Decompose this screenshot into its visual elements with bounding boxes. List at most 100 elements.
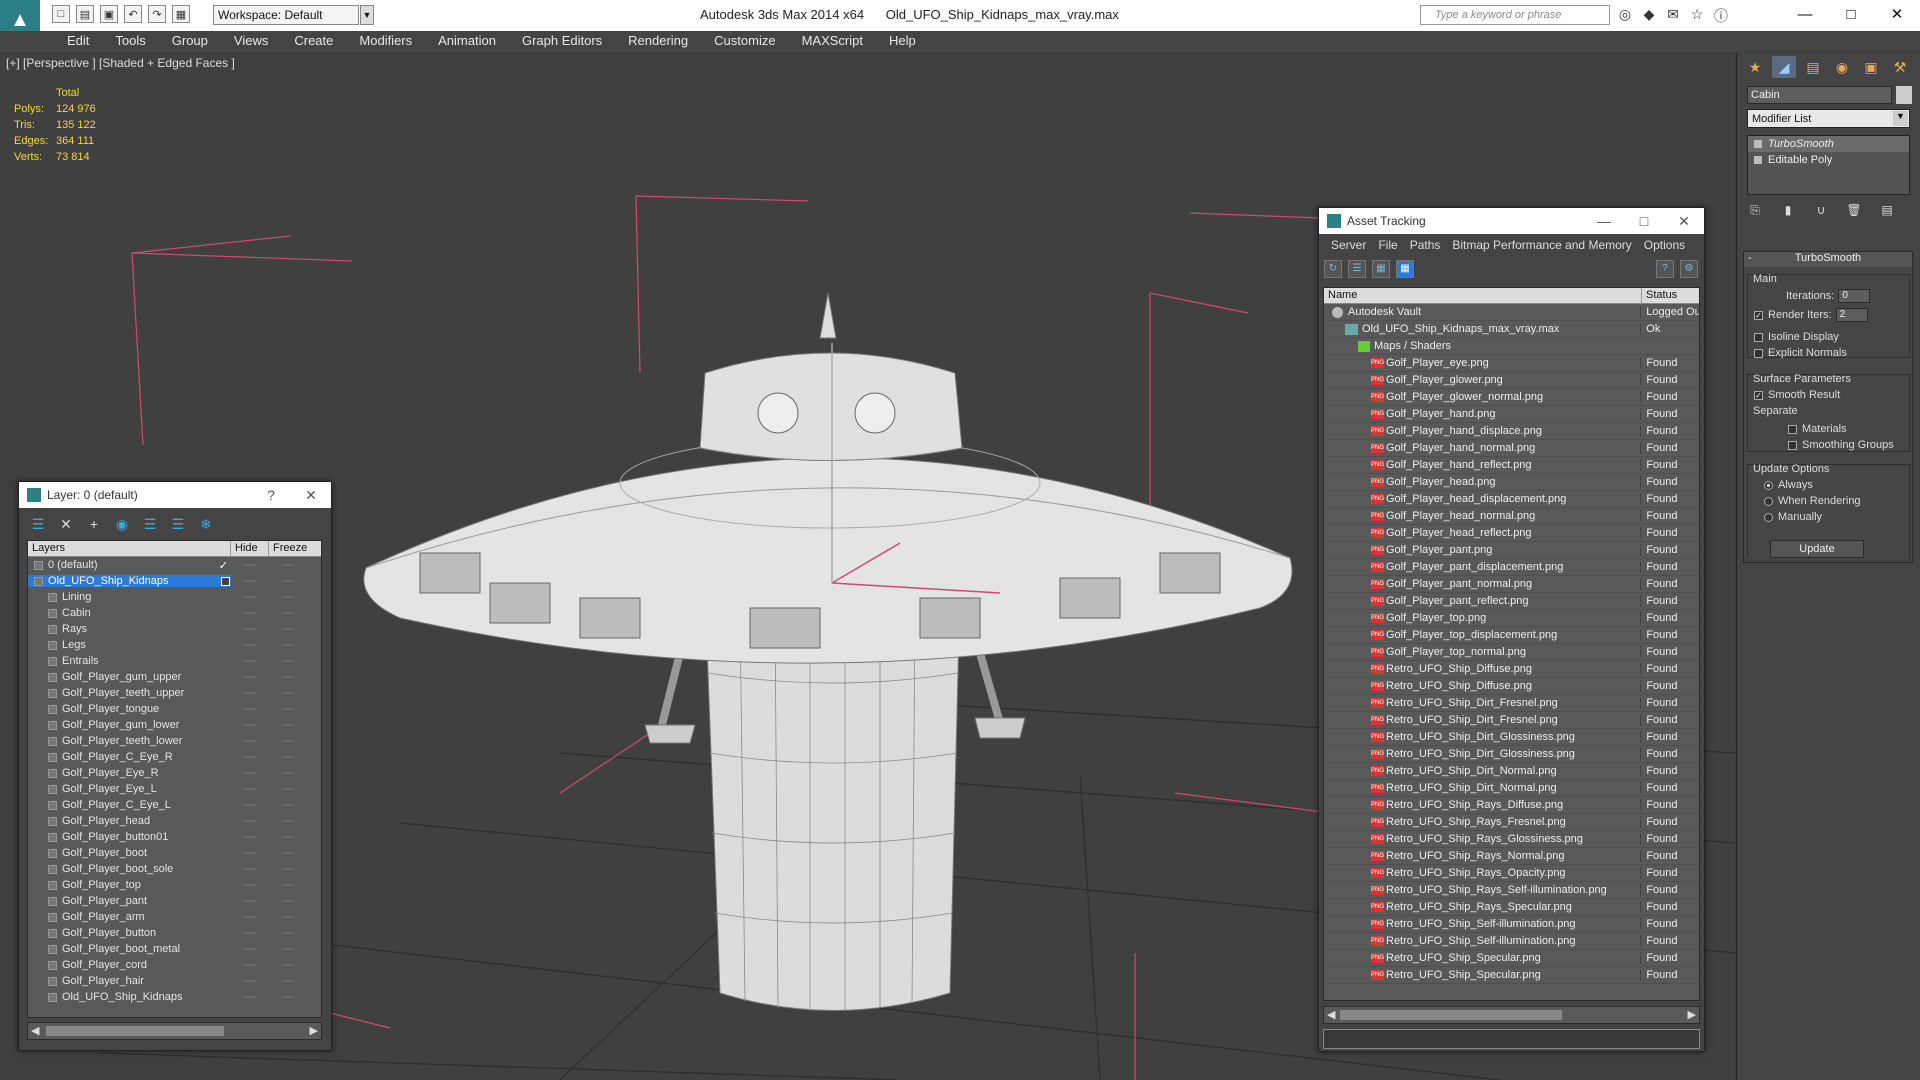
hide-toggle[interactable]: — bbox=[231, 575, 269, 587]
freeze-toggle[interactable]: — bbox=[269, 559, 307, 571]
layer-row[interactable]: Golf_Player_head — — bbox=[28, 813, 321, 829]
layer-row[interactable]: Golf_Player_C_Eye_L — — bbox=[28, 797, 321, 813]
layer-name-cell[interactable]: Legs bbox=[28, 639, 231, 651]
hide-toggle[interactable]: — bbox=[231, 655, 269, 667]
menu-edit[interactable]: Edit bbox=[54, 31, 102, 52]
asset-row[interactable]: PNG Golf_Player_head_normal.png Found bbox=[1324, 508, 1699, 525]
asset-row[interactable]: PNG Golf_Player_eye.png Found bbox=[1324, 355, 1699, 372]
asset-name-cell[interactable]: Autodesk Vault bbox=[1324, 306, 1640, 318]
asset-name-cell[interactable]: PNG Golf_Player_glower.png bbox=[1324, 374, 1640, 386]
asset-name-cell[interactable]: PNG Golf_Player_head.png bbox=[1324, 476, 1640, 488]
asset-name-cell[interactable]: PNG Golf_Player_pant_reflect.png bbox=[1324, 595, 1640, 607]
asset-row[interactable]: PNG Retro_UFO_Ship_Rays_Specular.png Found bbox=[1324, 899, 1699, 916]
asset-row[interactable]: PNG Golf_Player_top_displacement.png Found bbox=[1324, 627, 1699, 644]
layer-name-cell[interactable]: Golf_Player_button bbox=[28, 927, 231, 939]
menu-animation[interactable]: Animation bbox=[425, 31, 509, 52]
asset-name-cell[interactable]: PNG Golf_Player_hand_normal.png bbox=[1324, 442, 1640, 454]
hide-toggle[interactable]: — bbox=[231, 687, 269, 699]
hide-toggle[interactable]: — bbox=[231, 591, 269, 603]
motion-tab-icon[interactable]: ◉ bbox=[1830, 56, 1854, 78]
menu-maxscript[interactable]: MAXScript bbox=[789, 31, 876, 52]
freeze-toggle[interactable]: — bbox=[269, 879, 307, 891]
asset-name-cell[interactable]: Maps / Shaders bbox=[1324, 340, 1640, 352]
asset-name-cell[interactable]: PNG Retro_UFO_Ship_Dirt_Glossiness.png bbox=[1324, 731, 1640, 743]
hide-toggle[interactable]: — bbox=[231, 911, 269, 923]
new-layer-icon[interactable]: ☰ bbox=[29, 516, 47, 532]
help-icon[interactable]: ⓘ bbox=[1712, 6, 1730, 24]
hide-all-icon[interactable]: ☰ bbox=[169, 516, 187, 532]
scroll-left-icon[interactable]: ◀ bbox=[1327, 1008, 1335, 1021]
save-icon[interactable]: ▣ bbox=[100, 5, 118, 23]
asset-row[interactable]: PNG Retro_UFO_Ship_Self-illumination.png F… bbox=[1324, 916, 1699, 933]
chevron-down-icon[interactable]: ▼ bbox=[360, 5, 374, 25]
asset-name-cell[interactable]: PNG Retro_UFO_Ship_Specular.png bbox=[1324, 969, 1640, 981]
collapse-icon[interactable]: - bbox=[1748, 252, 1752, 264]
asset-row[interactable]: PNG Golf_Player_top_normal.png Found bbox=[1324, 644, 1699, 661]
freeze-toggle[interactable]: — bbox=[269, 799, 307, 811]
layer-name-cell[interactable]: Golf_Player_arm bbox=[28, 911, 231, 923]
freeze-toggle[interactable]: — bbox=[269, 671, 307, 683]
layer-name-cell[interactable]: Old_UFO_Ship_Kidnaps bbox=[28, 575, 231, 587]
layer-name-cell[interactable]: Golf_Player_hair bbox=[28, 975, 231, 987]
hide-toggle[interactable]: — bbox=[231, 639, 269, 651]
asset-name-cell[interactable]: PNG Retro_UFO_Ship_Dirt_Fresnel.png bbox=[1324, 697, 1640, 709]
minimize-icon[interactable]: — bbox=[1584, 208, 1624, 234]
asset-menu-file[interactable]: File bbox=[1372, 238, 1403, 252]
asset-row[interactable]: PNG Golf_Player_hand_normal.png Found bbox=[1324, 440, 1699, 457]
iterations-spinner[interactable]: 0 bbox=[1838, 289, 1871, 303]
help-button[interactable]: ? bbox=[251, 482, 291, 508]
update-button[interactable]: Update bbox=[1770, 540, 1864, 558]
asset-row[interactable]: PNG Golf_Player_hand_displace.png Found bbox=[1324, 423, 1699, 440]
asset-row[interactable]: PNG Golf_Player_pant.png Found bbox=[1324, 542, 1699, 559]
layer-row[interactable]: Golf_Player_pant — — bbox=[28, 893, 321, 909]
layer-name-cell[interactable]: Golf_Player_head bbox=[28, 815, 231, 827]
layer-row[interactable]: Golf_Player_gum_upper — — bbox=[28, 669, 321, 685]
utilities-tab-icon[interactable]: ⚒ bbox=[1888, 56, 1912, 78]
add-to-layer-icon[interactable]: + bbox=[85, 516, 103, 532]
highlight-layer-icon[interactable]: ☰ bbox=[141, 516, 159, 532]
materials-checkbox[interactable] bbox=[1788, 424, 1797, 434]
layer-row[interactable]: Golf_Player_boot_metal — — bbox=[28, 941, 321, 957]
help-icon[interactable]: ? bbox=[1656, 260, 1674, 278]
freeze-toggle[interactable]: — bbox=[269, 863, 307, 875]
asset-name-cell[interactable]: PNG Golf_Player_head_normal.png bbox=[1324, 510, 1640, 522]
freeze-toggle[interactable]: — bbox=[269, 591, 307, 603]
layer-row[interactable]: Golf_Player_arm — — bbox=[28, 909, 321, 925]
asset-row[interactable]: PNG Retro_UFO_Ship_Rays_Opacity.png Found bbox=[1324, 865, 1699, 882]
asset-row[interactable]: PNG Golf_Player_hand_reflect.png Found bbox=[1324, 457, 1699, 474]
layer-row[interactable]: Golf_Player_button — — bbox=[28, 925, 321, 941]
active-layer-check-icon[interactable]: ✓ bbox=[219, 559, 228, 572]
asset-row[interactable]: PNG Golf_Player_glower_normal.png Found bbox=[1324, 389, 1699, 406]
modifier-list-dropdown[interactable]: Modifier List ▼ bbox=[1747, 109, 1910, 128]
hide-toggle[interactable]: — bbox=[231, 751, 269, 763]
freeze-toggle[interactable]: — bbox=[269, 655, 307, 667]
manually-radio[interactable] bbox=[1764, 512, 1773, 522]
table-view-icon[interactable]: ▦ bbox=[1372, 260, 1390, 278]
asset-row[interactable]: Old_UFO_Ship_Kidnaps_max_vray.max Ok bbox=[1324, 321, 1699, 338]
layer-name-cell[interactable]: Golf_Player_button01 bbox=[28, 831, 231, 843]
layer-name-cell[interactable]: 0 (default) ✓ bbox=[28, 559, 231, 572]
maximize-icon[interactable]: □ bbox=[1828, 0, 1874, 28]
freeze-toggle[interactable]: — bbox=[269, 687, 307, 699]
layer-name-cell[interactable]: Rays bbox=[28, 623, 231, 635]
asset-name-cell[interactable]: PNG Retro_UFO_Ship_Dirt_Fresnel.png bbox=[1324, 714, 1640, 726]
asset-name-cell[interactable]: PNG Golf_Player_eye.png bbox=[1324, 357, 1640, 369]
asset-row[interactable]: PNG Golf_Player_head_reflect.png Found bbox=[1324, 525, 1699, 542]
lightbulb-icon[interactable] bbox=[1754, 140, 1762, 148]
binoculars-icon[interactable]: ◎ bbox=[1616, 6, 1634, 24]
asset-menu-bitmap[interactable]: Bitmap Performance and Memory bbox=[1446, 238, 1637, 252]
asset-row[interactable]: PNG Retro_UFO_Ship_Diffuse.png Found bbox=[1324, 661, 1699, 678]
asset-row[interactable]: Maps / Shaders bbox=[1324, 338, 1699, 355]
layer-name-cell[interactable]: Golf_Player_C_Eye_L bbox=[28, 799, 231, 811]
hide-toggle[interactable]: — bbox=[231, 719, 269, 731]
layer-name-cell[interactable]: Golf_Player_boot_sole bbox=[28, 863, 231, 875]
expand-icon[interactable] bbox=[1754, 156, 1762, 164]
layer-name-cell[interactable]: Entrails bbox=[28, 655, 231, 667]
layer-panel-titlebar[interactable]: Layer: 0 (default) ? ✕ bbox=[19, 482, 331, 508]
close-icon[interactable]: ✕ bbox=[1874, 0, 1920, 28]
layer-row[interactable]: Golf_Player_hair — — bbox=[28, 973, 321, 989]
freeze-toggle[interactable]: — bbox=[269, 815, 307, 827]
workspace-dropdown[interactable]: Workspace: Default ▼ bbox=[213, 5, 374, 25]
col-hide[interactable]: Hide bbox=[231, 541, 269, 556]
asset-row[interactable]: PNG Retro_UFO_Ship_Specular.png Found bbox=[1324, 967, 1699, 984]
